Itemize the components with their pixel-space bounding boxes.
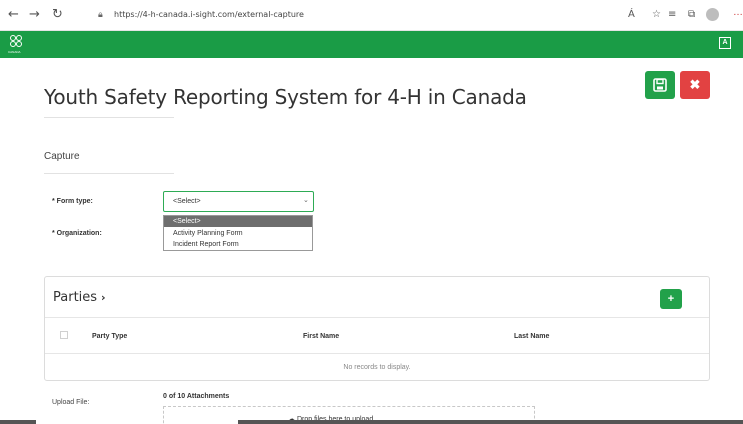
chevron-down-icon: ⌄ <box>303 197 309 204</box>
column-first-name[interactable]: First Name <box>303 333 339 340</box>
capture-section-label: Capture <box>44 151 80 162</box>
app-header: CANADA A <box>0 31 743 58</box>
back-arrow-icon[interactable]: ← <box>8 8 19 22</box>
form-type-select[interactable]: <Select> ⌄ <box>163 191 314 212</box>
column-last-name[interactable]: Last Name <box>514 333 549 340</box>
page-title: Youth Safety Reporting System for 4-H in… <box>44 85 527 109</box>
empty-table-message: No records to display. <box>343 364 411 371</box>
reload-icon[interactable]: ↻ <box>52 8 63 22</box>
url-text: https://4-h-canada.i-sight.com/external-… <box>114 10 304 19</box>
parties-title: Parties <box>53 290 98 305</box>
clover-logo-icon[interactable] <box>10 35 22 47</box>
select-all-checkbox[interactable] <box>60 331 68 339</box>
lock-icon: 🔒︎ <box>98 10 103 20</box>
form-type-value: <Select> <box>173 198 201 205</box>
bottom-edge <box>0 420 36 424</box>
browser-toolbar: ← → ↻ 🔒︎ https://4-h-canada.i-sight.com/… <box>0 0 743 31</box>
organization-label: * Organization: <box>52 230 102 237</box>
profile-icon[interactable] <box>706 8 719 21</box>
chevron-right-icon: › <box>101 291 106 304</box>
dropdown-option[interactable]: Activity Planning Form <box>164 228 312 239</box>
address-bar[interactable]: 🔒︎ https://4-h-canada.i-sight.com/extern… <box>98 4 618 26</box>
parties-header[interactable]: Parties › <box>53 290 106 305</box>
read-aloud-icon[interactable]: Á <box>628 8 635 22</box>
form-type-dropdown: <Select> Activity Planning Form Incident… <box>163 215 313 251</box>
dropdown-option[interactable]: Incident Report Form <box>164 239 312 250</box>
dropdown-option[interactable]: <Select> <box>164 216 312 227</box>
collections-icon[interactable]: ⧉ <box>688 8 695 22</box>
cancel-button[interactable]: ✖ <box>680 71 710 99</box>
more-icon[interactable]: … <box>733 7 743 18</box>
upload-file-label: Upload File: <box>52 399 90 406</box>
column-party-type[interactable]: Party Type <box>92 333 127 340</box>
favorite-icon[interactable]: ☆ <box>652 8 661 22</box>
form-type-label: * Form type: <box>52 198 93 205</box>
add-party-button[interactable]: + <box>660 289 682 309</box>
title-divider <box>44 117 174 118</box>
parties-panel: Parties › + Party Type First Name Last Na… <box>44 276 710 381</box>
save-button[interactable] <box>645 71 675 99</box>
forward-arrow-icon[interactable]: → <box>29 8 40 22</box>
language-icon[interactable]: A <box>719 37 731 49</box>
section-divider <box>44 173 174 174</box>
attachment-count: 0 of 10 Attachments <box>163 393 230 400</box>
floppy-disk-icon <box>653 78 667 92</box>
favorites-list-icon[interactable]: ≡ <box>668 8 676 22</box>
bottom-edge <box>238 420 743 424</box>
table-header: Party Type First Name Last Name <box>45 317 709 354</box>
logo-caption: CANADA <box>8 50 21 54</box>
